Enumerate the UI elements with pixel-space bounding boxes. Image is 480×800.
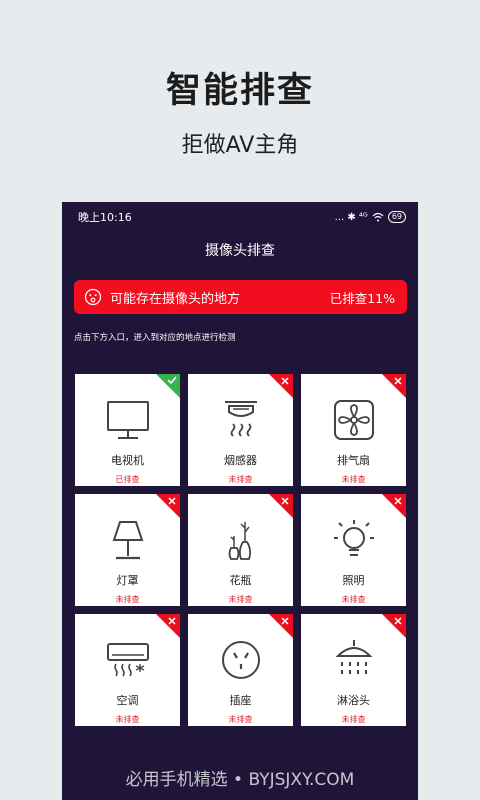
location-card-vase[interactable]: 花瓶 未排查	[188, 494, 293, 606]
location-status: 未排查	[115, 595, 140, 604]
smoke-detector-icon	[224, 401, 257, 437]
location-label: 灯罩	[116, 574, 139, 587]
air-conditioner-icon	[106, 643, 149, 677]
location-status: 未排查	[341, 475, 366, 484]
location-card-socket[interactable]: 插座 未排查	[188, 614, 293, 726]
location-status: 未排查	[341, 595, 366, 604]
location-label: 排气扇	[337, 454, 370, 467]
location-card-light[interactable]: 照明 未排查	[301, 494, 406, 606]
status-time: 晚上10:16	[78, 211, 132, 224]
location-status: 未排查	[228, 595, 253, 604]
vase-icon	[228, 522, 251, 560]
location-status: 未排查	[115, 715, 140, 724]
phone-screen: 晚上10:16 ... ✱ ⁴ᴳ 69 摄像头排查 可能存在摄像头的地方 已排查…	[62, 202, 418, 800]
location-card-air-conditioner[interactable]: 空调 未排查	[75, 614, 180, 726]
promo-title: 智能排查	[165, 71, 314, 111]
status-icons: ... ✱ ⁴ᴳ 69	[335, 211, 406, 223]
page-title: 摄像头排查	[205, 243, 275, 259]
unchecked-corner-icon	[156, 494, 180, 518]
shower-head-icon	[335, 640, 372, 674]
location-status: 未排查	[341, 715, 366, 724]
location-card-smoke-detector[interactable]: 烟感器 未排查	[188, 374, 293, 486]
location-status: 未排查	[228, 475, 253, 484]
location-label: 照明	[342, 574, 365, 587]
wifi-icon	[372, 212, 384, 222]
promo-subtitle: 拒做AV主角	[181, 133, 299, 158]
worried-face-icon	[84, 288, 102, 306]
location-label: 烟感器	[224, 454, 257, 467]
exhaust-fan-icon	[333, 400, 374, 440]
location-status: 未排查	[228, 715, 253, 724]
unchecked-corner-icon	[269, 614, 293, 638]
location-status: 已排查	[115, 475, 140, 484]
location-card-exhaust-fan[interactable]: 排气扇 未排查	[301, 374, 406, 486]
status-bar: 晚上10:16 ... ✱ ⁴ᴳ 69	[78, 208, 406, 226]
socket-icon	[221, 641, 260, 679]
unchecked-corner-icon	[156, 614, 180, 638]
footer-watermark: 必用手机精选 • BYJSJXY.COM	[125, 770, 355, 790]
location-label: 花瓶	[229, 574, 252, 587]
location-label: 电视机	[111, 454, 144, 467]
location-label: 空调	[116, 694, 139, 707]
unchecked-corner-icon	[382, 614, 406, 638]
location-label: 淋浴头	[337, 694, 370, 707]
unchecked-corner-icon	[382, 374, 406, 398]
instruction-text: 点击下方入口，进入到对应的地点进行检测	[74, 333, 236, 343]
location-label: 插座	[229, 694, 252, 707]
alert-text: 可能存在摄像头的地方	[110, 291, 241, 307]
unchecked-corner-icon	[269, 374, 293, 398]
unchecked-corner-icon	[269, 494, 293, 518]
scan-progress: 已排查11%	[329, 290, 395, 306]
checked-corner-icon	[156, 374, 180, 398]
lamp-icon	[112, 521, 143, 560]
signal-indicator: ... ✱ ⁴ᴳ	[334, 211, 368, 223]
battery-icon: 69	[387, 211, 406, 223]
location-card-shower-head[interactable]: 淋浴头 未排查	[301, 614, 406, 726]
light-bulb-icon	[333, 520, 374, 556]
location-grid: 电视机 已排查 烟感器 未排查 排气扇 未排查 灯罩 未排查 花瓶 未排查 照明…	[75, 374, 407, 726]
unchecked-corner-icon	[382, 494, 406, 518]
tv-icon	[106, 401, 149, 439]
location-card-lamp[interactable]: 灯罩 未排查	[75, 494, 180, 606]
alert-banner: 可能存在摄像头的地方 已排查11%	[74, 280, 407, 314]
location-card-tv[interactable]: 电视机 已排查	[75, 374, 180, 486]
